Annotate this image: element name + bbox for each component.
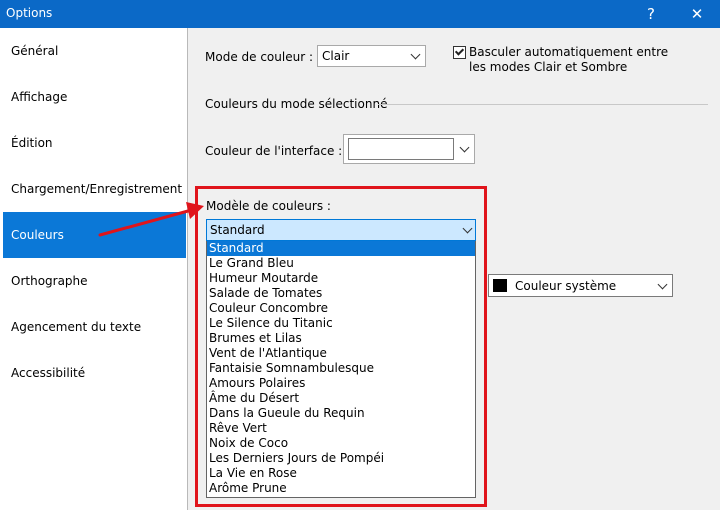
interface-color-picker[interactable] [343, 134, 475, 164]
sidebar-item-label: Accessibilité [11, 366, 86, 380]
chevron-down-icon [459, 142, 470, 153]
sidebar-item-label: Couleurs [11, 228, 64, 242]
close-button[interactable]: ✕ [674, 0, 720, 28]
sidebar-item-label: Chargement/Enregistrement [11, 182, 183, 196]
color-model-select[interactable]: Standard [206, 219, 476, 241]
chevron-down-icon [462, 223, 473, 234]
system-color-swatch [493, 279, 507, 292]
color-model-option[interactable]: Arôme Prune [207, 481, 475, 496]
color-model-option[interactable]: Salade de Tomates [207, 286, 475, 301]
sidebar-item-couleurs[interactable]: Couleurs [3, 212, 186, 258]
system-color-select[interactable]: Couleur système [488, 274, 673, 297]
color-model-option[interactable]: Les Derniers Jours de Pompéi [207, 451, 475, 466]
sidebar-item-chargement[interactable]: Chargement/Enregistrement [3, 166, 186, 212]
color-model-option[interactable]: Amours Polaires [207, 376, 475, 391]
color-model-option[interactable]: Couleur Concombre [207, 301, 475, 316]
interface-color-label: Couleur de l'interface : [205, 144, 343, 158]
sidebar-item-label: Général [11, 44, 59, 58]
sidebar: Général Affichage Édition Chargement/Enr… [0, 28, 188, 510]
section-divider [378, 104, 708, 105]
interface-color-swatch [348, 138, 454, 160]
section-title: Couleurs du mode sélectionné [205, 97, 388, 111]
color-model-option[interactable]: Le Silence du Titanic [207, 316, 475, 331]
title-bar: Options ? ✕ [0, 0, 720, 28]
sidebar-item-label: Orthographe [11, 274, 88, 288]
color-model-option[interactable]: Noix de Coco [207, 436, 475, 451]
color-model-option[interactable]: Brumes et Lilas [207, 331, 475, 346]
color-model-label: Modèle de couleurs : [206, 199, 331, 213]
color-model-option[interactable]: Fantaisie Somnambulesque [207, 361, 475, 376]
sidebar-item-label: Affichage [11, 90, 68, 104]
color-model-dropdown-list: Standard Le Grand Bleu Humeur Moutarde Sala… [206, 241, 476, 498]
color-model-option[interactable]: La Vie en Rose [207, 466, 475, 481]
chevron-down-icon [410, 49, 421, 60]
auto-switch-checkbox[interactable] [453, 46, 466, 59]
color-model-option[interactable]: Dans la Gueule du Requin [207, 406, 475, 421]
color-model-option[interactable]: Humeur Moutarde [207, 271, 475, 286]
auto-switch-label-line1: Basculer automatiquement entre [469, 45, 669, 59]
help-button[interactable]: ? [628, 0, 674, 28]
sidebar-item-edition[interactable]: Édition [3, 120, 186, 166]
color-mode-value: Clair [322, 49, 350, 63]
color-model-option[interactable]: Vent de l'Atlantique [207, 346, 475, 361]
sidebar-item-affichage[interactable]: Affichage [3, 74, 186, 120]
sidebar-item-label: Agencement du texte [11, 320, 142, 334]
auto-switch-label-line2: les modes Clair et Sombre [469, 60, 628, 74]
system-color-label: Couleur système [515, 279, 617, 293]
sidebar-item-general[interactable]: Général [3, 28, 186, 74]
color-mode-label: Mode de couleur : [205, 50, 313, 64]
color-model-option[interactable]: Le Grand Bleu [207, 256, 475, 271]
color-model-option[interactable]: Rêve Vert [207, 421, 475, 436]
color-model-option[interactable]: Âme du Désert [207, 391, 475, 406]
sidebar-item-agencement[interactable]: Agencement du texte [3, 304, 186, 350]
color-model-value: Standard [210, 223, 265, 237]
checkmark-icon [454, 46, 465, 56]
chevron-down-icon [657, 279, 668, 290]
color-mode-select[interactable]: Clair [317, 45, 426, 67]
window-title: Options [6, 6, 53, 20]
color-model-option[interactable]: Standard [207, 241, 475, 256]
sidebar-item-label: Édition [11, 136, 53, 150]
sidebar-item-orthographe[interactable]: Orthographe [3, 258, 186, 304]
sidebar-item-accessibilite[interactable]: Accessibilité [3, 350, 186, 396]
